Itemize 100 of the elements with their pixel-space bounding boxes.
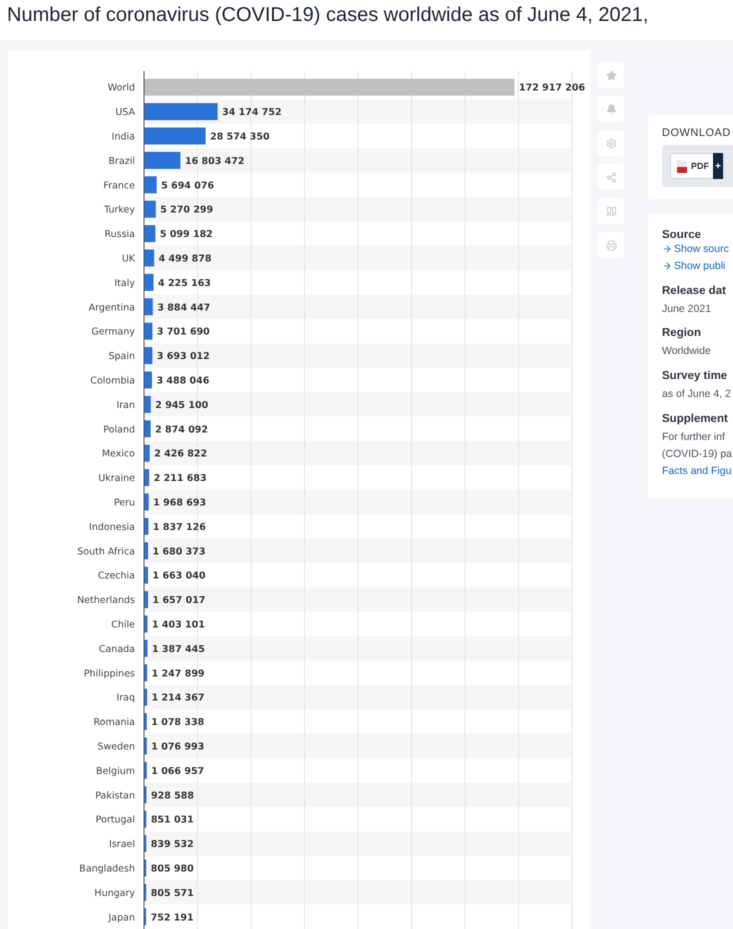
info-heading: Release dat bbox=[662, 284, 727, 297]
category-label: Argentina bbox=[88, 302, 135, 314]
category-label: India bbox=[112, 132, 135, 142]
info-heading: Source bbox=[662, 229, 702, 241]
star-icon bbox=[606, 70, 616, 80]
category-label: Italy bbox=[114, 278, 135, 289]
value-label: 3 701 690 bbox=[156, 326, 210, 338]
bar bbox=[144, 542, 148, 560]
value-label: 805 980 bbox=[150, 864, 194, 874]
bell-icon bbox=[606, 104, 616, 114]
category-label: Israel bbox=[109, 839, 135, 850]
bar bbox=[144, 396, 151, 413]
value-label: 5 099 182 bbox=[160, 229, 213, 240]
settings-button[interactable] bbox=[598, 130, 624, 156]
category-label: Netherlands bbox=[77, 595, 135, 606]
bar bbox=[144, 274, 154, 291]
value-label: 4 225 163 bbox=[158, 278, 211, 289]
value-label: 839 532 bbox=[150, 839, 194, 850]
notification-button[interactable] bbox=[598, 96, 624, 122]
pdf-button[interactable]: PDF + bbox=[670, 153, 724, 179]
bar bbox=[144, 322, 152, 340]
category-label: Chile bbox=[111, 620, 135, 630]
category-label: Mexico bbox=[102, 448, 135, 460]
value-label: 1 387 445 bbox=[152, 644, 205, 655]
info-text: June 2021 bbox=[662, 302, 712, 317]
category-label: France bbox=[103, 180, 135, 192]
value-label: 1 680 373 bbox=[152, 546, 206, 558]
category-label: World bbox=[108, 82, 135, 94]
info-text: For further inf bbox=[662, 430, 726, 445]
pdf-file-icon bbox=[677, 160, 687, 172]
category-label: Czechia bbox=[98, 570, 135, 582]
bar bbox=[144, 152, 180, 169]
category-label: Portugal bbox=[96, 814, 135, 826]
value-label: 752 191 bbox=[150, 912, 194, 924]
bar bbox=[144, 762, 147, 779]
bar bbox=[144, 200, 156, 218]
value-label: 3 884 447 bbox=[157, 302, 210, 314]
info-link[interactable]: Facts and Figu bbox=[662, 462, 733, 480]
bar bbox=[144, 298, 153, 316]
bar bbox=[144, 664, 148, 682]
cite-button[interactable] bbox=[598, 198, 624, 224]
value-label: 1 214 367 bbox=[152, 692, 204, 704]
bar bbox=[144, 128, 206, 144]
category-label: Germany bbox=[91, 326, 135, 338]
settings-icon bbox=[606, 138, 616, 148]
value-label: 2 945 100 bbox=[155, 400, 208, 411]
info-text: Worldwide bbox=[662, 344, 712, 360]
bar bbox=[144, 176, 157, 194]
bar bbox=[144, 420, 151, 438]
info-heading: Region bbox=[662, 327, 702, 340]
category-label: Romania bbox=[93, 717, 135, 728]
value-label: 3 488 046 bbox=[156, 376, 210, 386]
value-label: 1 078 338 bbox=[151, 717, 204, 728]
value-label: 1 837 126 bbox=[152, 522, 206, 533]
value-label: 34 174 752 bbox=[222, 107, 282, 118]
arrow-icon bbox=[662, 244, 672, 254]
category-label: Pakistan bbox=[95, 790, 135, 802]
category-label: Brazil bbox=[108, 156, 135, 167]
category-label: Iraq bbox=[116, 692, 135, 704]
value-label: 2 211 683 bbox=[154, 473, 207, 484]
value-label: 2 874 092 bbox=[155, 424, 208, 436]
info-text: as of June 4, 2 bbox=[662, 387, 732, 402]
value-label: 172 917 206 bbox=[519, 82, 586, 94]
info-text: (COVID-19) pa bbox=[662, 446, 733, 462]
value-label: 3 693 012 bbox=[156, 351, 210, 362]
info-heading: Survey time bbox=[662, 370, 728, 382]
category-label: Spain bbox=[108, 351, 135, 362]
info-link[interactable]: Show sourc bbox=[662, 241, 733, 258]
category-label: Philippines bbox=[84, 668, 135, 680]
favorite-button[interactable] bbox=[598, 62, 624, 88]
bar bbox=[144, 444, 150, 462]
arrow-icon bbox=[662, 261, 672, 272]
bar bbox=[144, 738, 147, 754]
bar bbox=[144, 616, 148, 632]
print-button[interactable] bbox=[598, 232, 624, 258]
bar bbox=[144, 518, 148, 535]
value-label: 2 426 822 bbox=[154, 448, 208, 460]
category-label: Colombia bbox=[90, 376, 135, 386]
value-label: 4 499 878 bbox=[158, 254, 212, 264]
category-label: Canada bbox=[98, 644, 135, 655]
bar bbox=[144, 688, 148, 706]
value-label: 1 076 993 bbox=[151, 742, 204, 752]
value-label: 851 031 bbox=[150, 814, 194, 826]
value-label: 1 066 957 bbox=[151, 766, 204, 777]
value-label: 28 574 350 bbox=[210, 132, 270, 142]
category-label: Hungary bbox=[94, 888, 135, 899]
category-label: Peru bbox=[114, 498, 135, 508]
share-button[interactable] bbox=[598, 164, 624, 190]
value-label: 805 571 bbox=[150, 888, 194, 899]
value-label: 1 968 693 bbox=[153, 498, 206, 508]
category-label: Poland bbox=[103, 424, 135, 436]
bar bbox=[144, 372, 152, 388]
bar bbox=[144, 494, 149, 510]
value-label: 928 588 bbox=[150, 790, 194, 802]
info-link[interactable]: Show publi bbox=[662, 258, 733, 275]
value-label: 5 270 299 bbox=[160, 204, 214, 216]
category-label: Turkey bbox=[104, 204, 135, 216]
value-label: 5 694 076 bbox=[161, 180, 214, 192]
quote-icon bbox=[606, 206, 616, 216]
bar bbox=[144, 640, 148, 657]
